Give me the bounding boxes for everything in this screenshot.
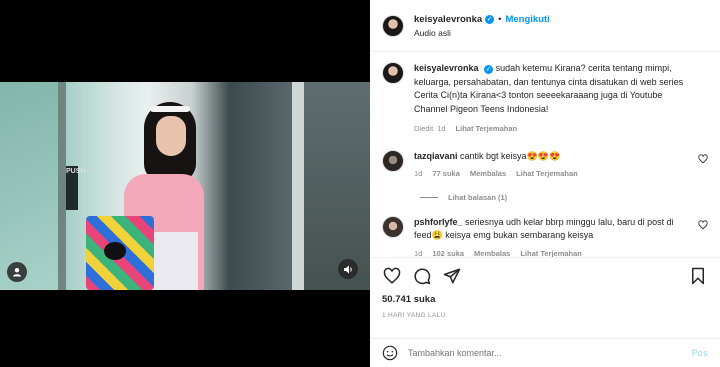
heart-icon[interactable]: [698, 153, 708, 164]
save-button[interactable]: [688, 266, 708, 286]
comment-button[interactable]: [412, 266, 432, 286]
video-scene-background: [304, 82, 370, 290]
send-icon: [443, 268, 461, 283]
avatar[interactable]: [382, 215, 404, 238]
caption: keisyalevronka ✓ sudah ketemu Kirana? ce…: [382, 62, 708, 136]
video-player[interactable]: PUSH: [0, 82, 370, 290]
translate-link[interactable]: Lihat Terjemahan: [516, 167, 578, 181]
video-scene-headband: [150, 106, 190, 112]
likes-count[interactable]: 50.741 suka: [382, 294, 435, 305]
translate-link[interactable]: Lihat Terjemahan: [456, 122, 518, 136]
following-button[interactable]: Mengikuti: [505, 14, 549, 25]
heart-icon[interactable]: [698, 219, 708, 230]
caption-username[interactable]: keisyalevronka: [414, 63, 479, 73]
video-scene-bag-print: [104, 242, 126, 260]
video-scene-glass: [0, 82, 58, 290]
comment-input[interactable]: [408, 348, 692, 358]
reply-button[interactable]: Membalas: [474, 247, 510, 258]
video-scene-push-sign: PUSH: [66, 166, 85, 210]
list-item: pshforlyfe_ seriesnya udh kelar bbrp min…: [382, 215, 708, 258]
header-username[interactable]: keisyalevronka: [414, 14, 482, 25]
comment-username[interactable]: tazqiavani: [414, 151, 458, 161]
reply-button[interactable]: Membalas: [470, 167, 506, 181]
post-details-panel: keisyalevronka ✓ • Mengikuti Audio asli …: [370, 0, 720, 367]
video-scene-frame: [58, 82, 66, 290]
video-scene-face: [156, 116, 186, 156]
audio-label[interactable]: Audio asli: [414, 28, 550, 38]
verified-icon: ✓: [484, 65, 494, 74]
video-scene-pillar: [292, 82, 304, 290]
avatar[interactable]: [382, 149, 404, 172]
add-comment-bar: Pos: [370, 338, 720, 367]
comment-likes[interactable]: 102 suka: [432, 247, 464, 258]
comment-age: 1d: [414, 248, 423, 258]
like-button[interactable]: [382, 266, 402, 286]
comment-icon: [414, 267, 431, 284]
post-button[interactable]: Pos: [691, 348, 708, 358]
caption-age: 1d: [437, 124, 446, 133]
speaker-icon: [343, 265, 352, 273]
post-timestamp[interactable]: 1 HARI YANG LALU: [382, 312, 445, 319]
emoji-icon[interactable]: [382, 345, 398, 361]
comment-text: cantik bgt keisya😍😍😍: [460, 150, 561, 161]
edited-label: Diedit: [414, 124, 434, 133]
avatar[interactable]: [382, 62, 404, 84]
avatar[interactable]: [382, 14, 404, 37]
view-replies-label[interactable]: Lihat balasan (1): [448, 193, 507, 202]
media-viewer: PUSH: [0, 0, 370, 367]
audio-toggle-button[interactable]: [338, 259, 358, 279]
heart-icon: [383, 267, 401, 284]
list-item: tazqiavani cantik bgt keisya😍😍😍 1d 77 su…: [382, 149, 708, 181]
comments-list[interactable]: keisyalevronka ✓ sudah ketemu Kirana? ce…: [370, 53, 720, 257]
video-scene-skirt: [150, 232, 198, 290]
post-header: keisyalevronka ✓ • Mengikuti Audio asli: [370, 0, 720, 52]
comment-age: 1d: [414, 169, 423, 178]
bookmark-icon: [692, 267, 704, 284]
comment-username[interactable]: pshforlyfe_: [414, 217, 463, 227]
translate-link[interactable]: Lihat Terjemahan: [520, 247, 582, 258]
user-icon: [13, 268, 21, 277]
replies-divider: [420, 196, 438, 198]
view-replies-button[interactable]: Lihat balasan (1): [420, 193, 708, 202]
tagged-users-button[interactable]: [7, 262, 27, 282]
dot-separator: •: [498, 13, 502, 25]
comment-likes[interactable]: 77 suka: [432, 167, 460, 181]
verified-icon: ✓: [485, 14, 495, 24]
post-actions: [370, 257, 720, 293]
share-button[interactable]: [442, 266, 462, 286]
